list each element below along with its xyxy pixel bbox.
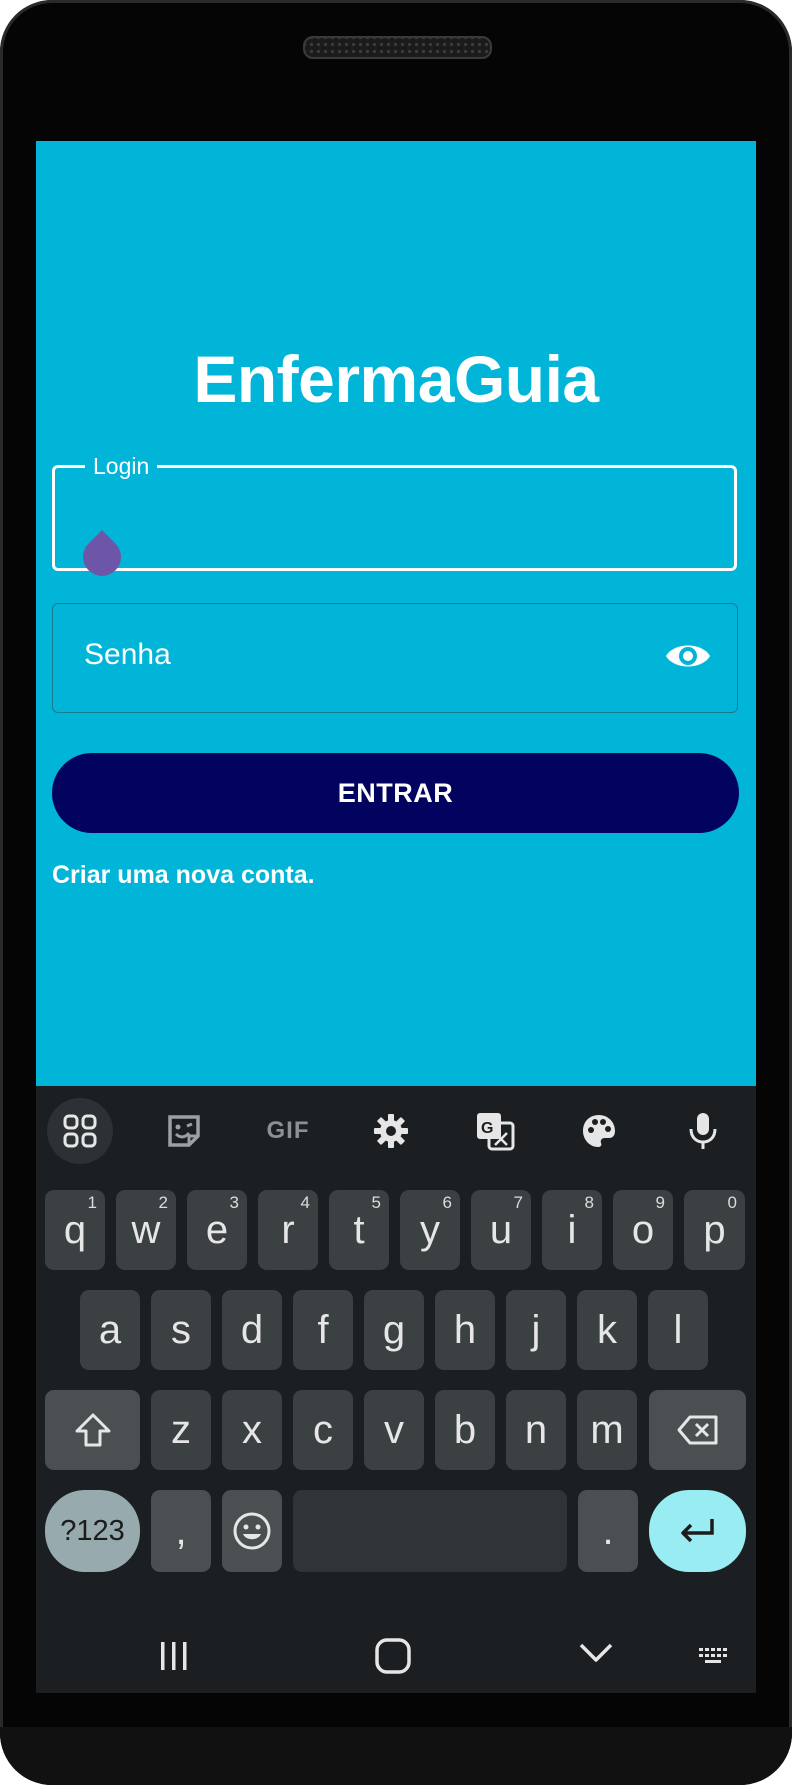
key-y[interactable]: y6 xyxy=(400,1190,460,1270)
key-label: q xyxy=(63,1207,87,1252)
symbols-key[interactable]: ?123 xyxy=(45,1490,140,1572)
key-w[interactable]: w2 xyxy=(116,1190,176,1270)
key-l[interactable]: l xyxy=(648,1290,708,1370)
key-label: y xyxy=(420,1207,440,1252)
password-placeholder: Senha xyxy=(84,638,171,671)
gif-label: GIF xyxy=(266,1117,310,1144)
key-h[interactable]: h xyxy=(435,1290,495,1370)
backspace-key[interactable] xyxy=(649,1390,746,1470)
key-p[interactable]: p0 xyxy=(684,1190,745,1270)
key-hint: 4 xyxy=(300,1193,310,1212)
key-label: i xyxy=(567,1207,577,1252)
key-hint: 9 xyxy=(655,1193,665,1212)
enter-icon xyxy=(680,1519,714,1543)
phone-bottom-bezel xyxy=(0,1727,792,1785)
period-key[interactable]: . xyxy=(578,1490,638,1572)
key-r[interactable]: r4 xyxy=(258,1190,318,1270)
key-m[interactable]: m xyxy=(577,1390,637,1470)
key-label: r xyxy=(281,1207,295,1252)
key-label: t xyxy=(353,1207,365,1252)
key-hint: 5 xyxy=(371,1193,381,1212)
keyboard-switch-icon[interactable] xyxy=(694,1638,734,1674)
hide-keyboard-icon[interactable] xyxy=(576,1633,616,1673)
key-k[interactable]: k xyxy=(577,1290,637,1370)
app-screen: EnfermaGuia Login Senha ENTRAR Criar uma… xyxy=(36,141,756,1693)
key-v[interactable]: v xyxy=(364,1390,424,1470)
key-f[interactable]: f xyxy=(293,1290,353,1370)
key-s[interactable]: s xyxy=(151,1290,211,1370)
key-label: w xyxy=(131,1207,161,1252)
apps-grid-icon[interactable] xyxy=(47,1098,113,1164)
backspace-icon xyxy=(677,1415,717,1445)
key-t[interactable]: t5 xyxy=(329,1190,389,1270)
key-z[interactable]: z xyxy=(151,1390,211,1470)
key-hint: 8 xyxy=(584,1193,594,1212)
key-hint: 7 xyxy=(513,1193,523,1212)
key-hint: 2 xyxy=(158,1193,168,1212)
keyboard-toolbar: GIF G xyxy=(36,1086,756,1174)
key-e[interactable]: e3 xyxy=(187,1190,247,1270)
key-hint: 1 xyxy=(87,1193,97,1212)
key-n[interactable]: n xyxy=(506,1390,566,1470)
key-hint: 6 xyxy=(442,1193,452,1212)
show-password-icon[interactable] xyxy=(664,636,712,676)
key-j[interactable]: j xyxy=(506,1290,566,1370)
key-a[interactable]: a xyxy=(80,1290,140,1370)
comma-key[interactable]: , xyxy=(151,1490,211,1572)
login-label: Login xyxy=(85,451,158,481)
speaker-grille xyxy=(303,36,492,59)
create-account-link[interactable]: Criar uma nova conta. xyxy=(52,861,315,890)
microphone-icon[interactable] xyxy=(670,1098,736,1164)
gif-icon[interactable]: GIF xyxy=(255,1098,321,1164)
key-o[interactable]: o9 xyxy=(613,1190,673,1270)
shift-key[interactable] xyxy=(45,1390,140,1470)
key-label: p xyxy=(703,1207,726,1252)
key-q[interactable]: q1 xyxy=(45,1190,105,1270)
palette-icon[interactable] xyxy=(566,1098,632,1164)
svg-text:G: G xyxy=(481,1120,493,1137)
key-c[interactable]: c xyxy=(293,1390,353,1470)
login-input[interactable]: Login xyxy=(52,451,737,584)
key-label: o xyxy=(631,1207,655,1252)
settings-icon[interactable] xyxy=(358,1098,424,1164)
recent-apps-icon[interactable] xyxy=(154,1636,194,1676)
emoji-key[interactable] xyxy=(222,1490,282,1572)
key-x[interactable]: x xyxy=(222,1390,282,1470)
emoji-icon xyxy=(233,1512,271,1550)
key-i[interactable]: i8 xyxy=(542,1190,602,1270)
phone-frame: EnfermaGuia Login Senha ENTRAR Criar uma… xyxy=(0,0,792,1785)
key-b[interactable]: b xyxy=(435,1390,495,1470)
translate-icon[interactable]: G xyxy=(462,1098,528,1164)
sticker-icon[interactable] xyxy=(151,1098,217,1164)
shift-icon xyxy=(75,1413,110,1447)
key-label: u xyxy=(489,1207,513,1252)
text-cursor-handle[interactable] xyxy=(75,530,129,584)
key-d[interactable]: d xyxy=(222,1290,282,1370)
navigation-bar xyxy=(36,1616,756,1693)
soft-keyboard: GIF G q 1 w 2 e 3 r 4 t 5 y 6 u 7 i 8 o … xyxy=(36,1086,756,1693)
key-hint: 0 xyxy=(727,1193,737,1212)
app-title: EnfermaGuia xyxy=(193,342,599,416)
key-label: e xyxy=(205,1207,229,1252)
key-u[interactable]: u7 xyxy=(471,1190,531,1270)
login-button[interactable]: ENTRAR xyxy=(52,753,739,833)
space-key[interactable] xyxy=(293,1490,567,1572)
key-g[interactable]: g xyxy=(364,1290,424,1370)
key-hint: 3 xyxy=(229,1193,239,1212)
enter-key[interactable] xyxy=(649,1490,746,1572)
home-icon[interactable] xyxy=(373,1636,413,1676)
password-input[interactable]: Senha xyxy=(52,603,738,713)
